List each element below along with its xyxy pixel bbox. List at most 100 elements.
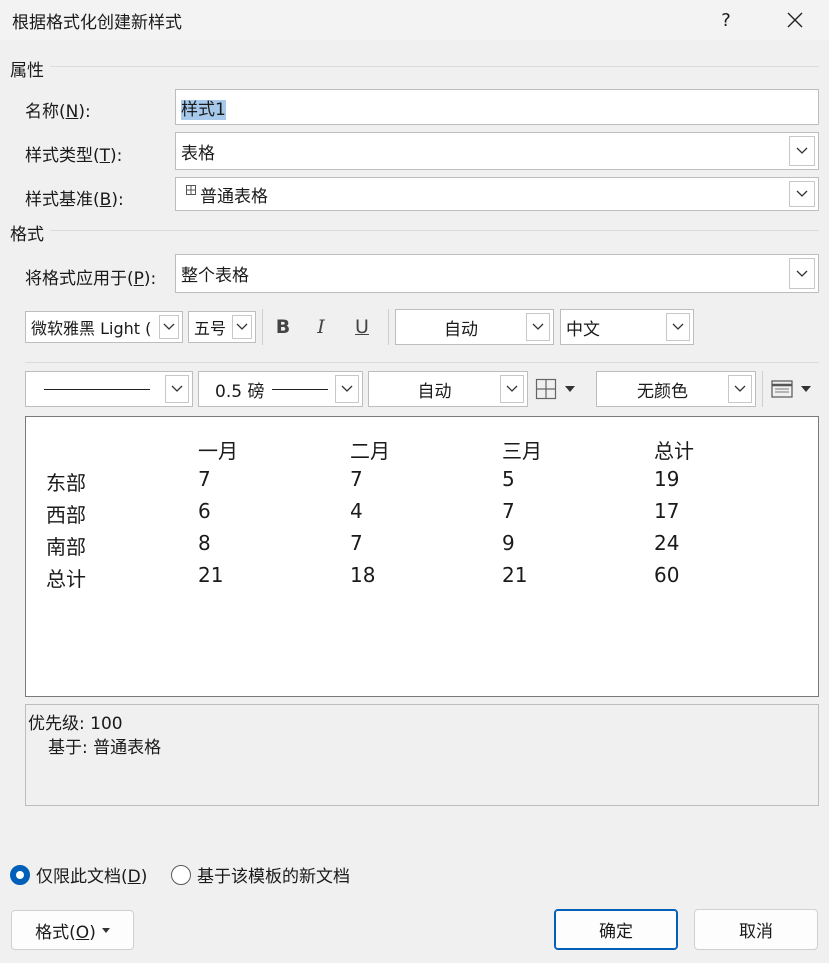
italic-button[interactable]: I — [306, 311, 336, 343]
this-document-label: 仅限此文档(D) — [36, 867, 148, 887]
name-label: 名称(N): — [25, 102, 91, 122]
caret-down-icon — [801, 386, 811, 392]
dialog-title: 根据格式化创建新样式 — [12, 13, 182, 33]
template-label: 基于该模板的新文档 — [197, 867, 350, 887]
format-divider — [50, 230, 819, 231]
border-color-value: 自动 — [417, 381, 452, 402]
preview-cell: 7 — [350, 531, 363, 555]
border-color-dropdown-button[interactable] — [500, 375, 524, 403]
font-name-value: 微软雅黑 Light ( — [31, 319, 152, 338]
preview-cell: 7 — [350, 467, 363, 491]
based-on-text: 基于: 普通表格 — [48, 738, 162, 758]
chevron-down-icon — [796, 270, 808, 277]
chevron-down-icon — [506, 385, 518, 392]
apply-to-value: 整个表格 — [181, 266, 249, 286]
style-preview: 一月 二月 三月 总计 东部 7 7 5 19 西部 6 4 7 17 南部 8… — [25, 416, 819, 697]
apply-to-dropdown-button[interactable] — [789, 258, 815, 289]
cancel-button[interactable]: 取消 — [694, 909, 818, 950]
borders-grid-icon — [535, 378, 557, 400]
preview-cell: 17 — [654, 499, 680, 523]
preview-header-cell: 总计 — [654, 439, 694, 463]
font-size-value: 五号 — [194, 319, 227, 338]
close-button[interactable] — [770, 0, 820, 40]
toolbar-separator — [762, 371, 763, 407]
bold-button[interactable]: B — [268, 311, 298, 343]
preview-cell: 7 — [198, 467, 211, 491]
preview-header-cell: 二月 — [350, 439, 390, 463]
toolbar-divider — [25, 362, 819, 363]
border-style-dropdown[interactable] — [25, 371, 193, 407]
shading-dropdown-button[interactable] — [728, 375, 752, 403]
style-type-dropdown[interactable]: 表格 — [175, 132, 819, 170]
style-description: 优先级: 100 基于: 普通表格 — [25, 704, 819, 806]
font-name-dropdown[interactable]: 微软雅黑 Light ( — [25, 311, 183, 343]
style-based-dropdown-button[interactable] — [789, 181, 815, 207]
preview-cell: 19 — [654, 467, 680, 491]
chevron-down-icon — [341, 385, 353, 392]
font-name-dropdown-button[interactable] — [159, 315, 179, 339]
template-radio[interactable] — [171, 864, 191, 885]
this-document-option[interactable]: 仅限此文档(D) — [10, 862, 147, 887]
font-size-dropdown[interactable]: 五号 — [188, 311, 256, 343]
chevron-down-icon — [672, 323, 684, 330]
borders-button[interactable] — [535, 376, 587, 402]
style-based-dropdown[interactable]: 普通表格 — [175, 177, 819, 211]
preview-cell: 21 — [198, 563, 224, 587]
cell-alignment-icon — [771, 380, 793, 398]
format-menu-button[interactable]: 格式(O) — [11, 910, 134, 950]
style-type-dropdown-button[interactable] — [789, 136, 815, 166]
border-color-dropdown[interactable]: 自动 — [368, 371, 528, 407]
preview-cell: 18 — [350, 563, 376, 587]
font-color-value: 自动 — [444, 319, 478, 340]
template-option[interactable]: 基于该模板的新文档 — [171, 862, 350, 887]
border-style-dropdown-button[interactable] — [165, 375, 189, 403]
border-weight-dropdown[interactable]: 0.5 磅 — [198, 371, 363, 407]
style-type-label: 样式类型(T): — [25, 146, 123, 166]
script-value: 中文 — [566, 319, 600, 340]
shading-value: 无颜色 — [637, 381, 688, 402]
font-color-dropdown[interactable]: 自动 — [395, 309, 554, 345]
border-line-sample — [44, 388, 150, 390]
chevron-down-icon — [171, 385, 183, 392]
underline-button[interactable]: U — [347, 311, 377, 343]
toolbar-separator — [388, 309, 389, 345]
apply-to-dropdown[interactable]: 整个表格 — [175, 254, 819, 293]
preview-row-label: 西部 — [46, 503, 86, 527]
toolbar-separator — [262, 309, 263, 345]
preview-row-label: 东部 — [46, 471, 86, 495]
font-size-dropdown-button[interactable] — [232, 315, 252, 339]
preview-cell: 8 — [198, 531, 211, 555]
preview-cell: 4 — [350, 499, 363, 523]
script-dropdown-button[interactable] — [666, 313, 690, 341]
border-weight-dropdown-button[interactable] — [335, 375, 359, 403]
chevron-down-icon — [796, 147, 808, 154]
name-input[interactable]: 样式1 — [175, 89, 819, 125]
preview-cell: 24 — [654, 531, 680, 555]
format-section-label: 格式 — [10, 225, 44, 245]
alignment-button[interactable] — [771, 378, 819, 400]
style-based-label: 样式基准(B): — [25, 190, 124, 210]
preview-header-cell: 一月 — [198, 439, 238, 463]
preview-row-label: 总计 — [46, 567, 86, 591]
chevron-down-icon — [236, 323, 248, 330]
script-dropdown[interactable]: 中文 — [560, 309, 694, 345]
this-document-radio[interactable] — [10, 864, 30, 885]
caret-down-icon — [101, 927, 110, 933]
border-weight-line-sample — [272, 388, 329, 390]
apply-to-label: 将格式应用于(P): — [25, 269, 157, 289]
style-type-value: 表格 — [181, 143, 215, 164]
format-menu-label: 格式(O) — [35, 922, 96, 943]
shading-dropdown[interactable]: 无颜色 — [596, 371, 756, 407]
close-icon — [787, 12, 803, 28]
preview-row-label: 南部 — [46, 535, 86, 559]
ok-button[interactable]: 确定 — [554, 909, 678, 950]
preview-header-cell: 三月 — [502, 439, 542, 463]
priority-text: 优先级: 100 — [28, 714, 123, 734]
caret-down-icon — [565, 386, 575, 392]
properties-divider — [50, 66, 819, 67]
help-button[interactable]: ? — [706, 0, 746, 40]
font-color-dropdown-button[interactable] — [526, 313, 550, 341]
help-icon: ? — [721, 9, 731, 31]
preview-cell: 6 — [198, 499, 211, 523]
style-based-value: 普通表格 — [200, 186, 268, 207]
